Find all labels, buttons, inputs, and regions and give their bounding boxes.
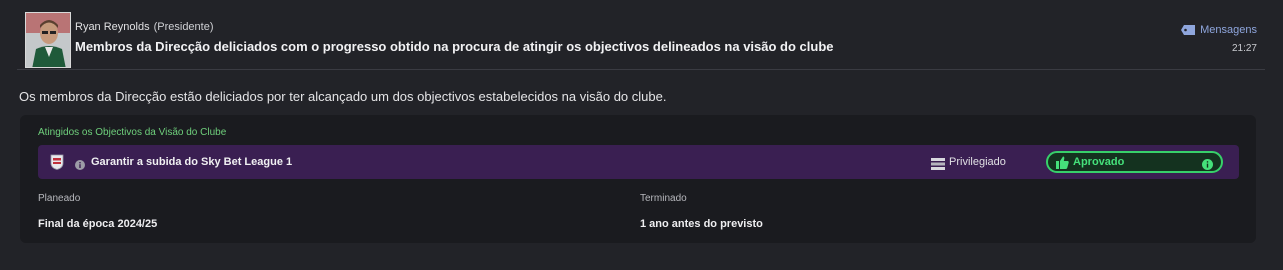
- sender-role: (Presidente): [153, 21, 214, 33]
- objective-text: Garantir a subida do Sky Bet League 1: [91, 156, 293, 168]
- priority-bars-icon: [931, 157, 945, 170]
- inbox-message-page: Ryan Reynolds (Presidente) Membros da Dir…: [0, 0, 1283, 270]
- sender-name[interactable]: Ryan Reynolds: [75, 21, 150, 33]
- avatar-portrait: [26, 13, 70, 67]
- message-header: Ryan Reynolds (Presidente) Membros da Dir…: [0, 0, 1283, 70]
- finished-label: Terminado: [640, 193, 687, 204]
- sender-line: Ryan Reynolds (Presidente): [75, 21, 214, 33]
- messages-link[interactable]: Mensagens: [1181, 24, 1257, 36]
- objectives-panel: Atingidos os Objectivos da Visão do Club…: [20, 115, 1256, 243]
- club-crest-icon: [50, 154, 64, 170]
- objective-row[interactable]: Garantir a subida do Sky Bet League 1 Pr…: [38, 145, 1239, 179]
- message-subject: Membros da Direcção deliciados com o pro…: [75, 39, 834, 54]
- sender-avatar[interactable]: [25, 12, 71, 68]
- status-label: Aprovado: [1073, 156, 1125, 168]
- priority-label: Privilegiado: [949, 156, 1006, 168]
- planned-label: Planeado: [38, 193, 81, 204]
- header-divider: [17, 69, 1265, 70]
- planned-value: Final da época 2024/25: [38, 218, 158, 230]
- message-body: Os membros da Direcção estão deliciados …: [19, 89, 667, 104]
- messages-link-label: Mensagens: [1200, 24, 1257, 36]
- panel-title: Atingidos os Objectivos da Visão do Club…: [38, 127, 227, 138]
- message-time: 21:27: [1231, 43, 1257, 54]
- finished-value: 1 ano antes do previsto: [640, 218, 763, 230]
- status-badge[interactable]: Aprovado: [1046, 151, 1223, 173]
- info-icon[interactable]: [1202, 157, 1213, 170]
- message-tag-icon: [1181, 25, 1196, 35]
- thumbs-up-icon: [1056, 156, 1069, 169]
- info-icon[interactable]: [75, 157, 85, 170]
